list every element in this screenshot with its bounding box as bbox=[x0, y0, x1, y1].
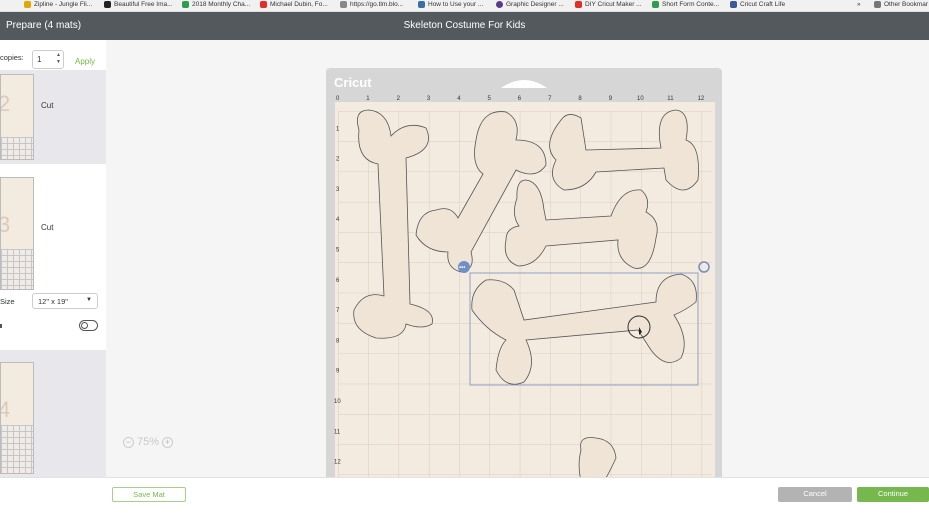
zoom-control: − 75% + bbox=[123, 436, 174, 448]
project-title: Skeleton Costume For Kids bbox=[403, 20, 526, 31]
footer-bar: Save Mat Cancel Continue bbox=[0, 477, 929, 514]
mat-thumbnail[interactable]: 3 bbox=[0, 177, 34, 290]
copies-stepper[interactable]: ▲ ▼ bbox=[56, 52, 61, 66]
graphic-icon bbox=[496, 1, 503, 8]
youtube-icon bbox=[260, 1, 267, 8]
bookmark-item[interactable]: DIY Cricut Maker ... bbox=[575, 1, 642, 8]
bookmarks-bar: Zipline - Jungle Fli... Beautiful Free I… bbox=[0, 0, 929, 12]
zipline-icon bbox=[24, 1, 31, 8]
cricut-icon bbox=[418, 1, 425, 8]
bookmark-item[interactable]: Graphic Designer ... bbox=[496, 1, 564, 8]
bookmark-item[interactable]: https://go.tlm.blo... bbox=[340, 1, 403, 8]
ruler-tick-label: 12 bbox=[334, 460, 341, 466]
mirror-toggle[interactable] bbox=[79, 320, 98, 331]
mirror-toggle-label bbox=[0, 324, 2, 328]
ruler-tick-label: 11 bbox=[334, 429, 341, 435]
chevron-down-icon: ▼ bbox=[86, 297, 92, 303]
mat-cut-label: Cut bbox=[41, 101, 54, 110]
youtube-icon bbox=[575, 1, 582, 8]
mat-thumbnail[interactable]: 2 bbox=[0, 74, 34, 160]
mat-cut-label: Cut bbox=[41, 223, 54, 232]
apply-button[interactable]: Apply bbox=[75, 57, 95, 66]
mat-preview-card[interactable]: 4 bbox=[0, 350, 106, 477]
sheet-icon bbox=[182, 1, 189, 8]
copies-label: copies: bbox=[0, 53, 24, 62]
mat-size-dropdown[interactable]: 12" x 19" ▼ bbox=[32, 293, 98, 309]
facebook-icon bbox=[730, 1, 737, 8]
bookmark-item[interactable]: How to Use your ... bbox=[418, 1, 483, 8]
camera-icon bbox=[104, 1, 111, 8]
cutting-mat[interactable]: Cricut 0 1 2 3 4 5 6 7 8 9 10 11 12 123456789101112 … bbox=[106, 40, 929, 477]
svg-text:•••: ••• bbox=[459, 266, 465, 272]
bookmark-item[interactable]: Beautiful Free Ima... bbox=[104, 1, 173, 8]
mat-sidebar: copies: 1 ▲▼ Apply 2 Cut 3 Cut Size 12" … bbox=[0, 40, 106, 477]
continue-button[interactable]: Continue bbox=[857, 487, 929, 502]
mat-size-row: Size 12" x 19" ▼ bbox=[0, 293, 106, 313]
bookmark-item[interactable]: Zipline - Jungle Fli... bbox=[24, 1, 92, 8]
zoom-in-button[interactable]: + bbox=[162, 436, 174, 448]
copies-row: copies: 1 ▲ ▼ Apply bbox=[0, 46, 106, 69]
save-mat-button[interactable]: Save Mat bbox=[112, 487, 186, 502]
size-label: Size bbox=[0, 297, 15, 306]
bookmark-item[interactable]: Short Form Conte... bbox=[652, 1, 719, 8]
app-header: Prepare (4 mats) Skeleton Costume For Ki… bbox=[0, 12, 929, 40]
cancel-button[interactable]: Cancel bbox=[778, 487, 852, 502]
ruler-tick-label: 10 bbox=[334, 399, 341, 405]
mat-canvas[interactable]: Cricut 0 1 2 3 4 5 6 7 8 9 10 11 12 1 2 3 4 5 6 7 8 9 10 11 12 … bbox=[106, 40, 929, 477]
page-icon bbox=[340, 1, 347, 8]
bookmark-item[interactable]: Other Bookmar bbox=[874, 1, 928, 8]
ruler-tick-label: 10 bbox=[637, 96, 644, 102]
ruler-tick-label: 11 bbox=[667, 96, 674, 102]
sheet-icon bbox=[652, 1, 659, 8]
cricut-logo: Cricut bbox=[334, 75, 372, 90]
zoom-out-button[interactable]: − bbox=[123, 436, 134, 448]
mat-preview-card[interactable]: 2 Cut bbox=[0, 70, 106, 164]
bookmark-item[interactable]: Cricut Craft Life bbox=[730, 1, 785, 8]
folder-icon bbox=[874, 1, 881, 8]
copies-input[interactable]: 1 ▲ ▼ bbox=[32, 50, 64, 69]
bookmarks-overflow-button[interactable]: » bbox=[857, 1, 861, 8]
mat-thumbnail[interactable]: 4 bbox=[0, 362, 34, 474]
bookmark-item[interactable]: Michael Dubin, Fo... bbox=[260, 1, 328, 8]
bookmark-item[interactable]: 2018 Monthly Cha... bbox=[182, 1, 250, 8]
zoom-level: 75% bbox=[137, 436, 160, 448]
ruler-tick-label: 12 bbox=[698, 96, 705, 102]
